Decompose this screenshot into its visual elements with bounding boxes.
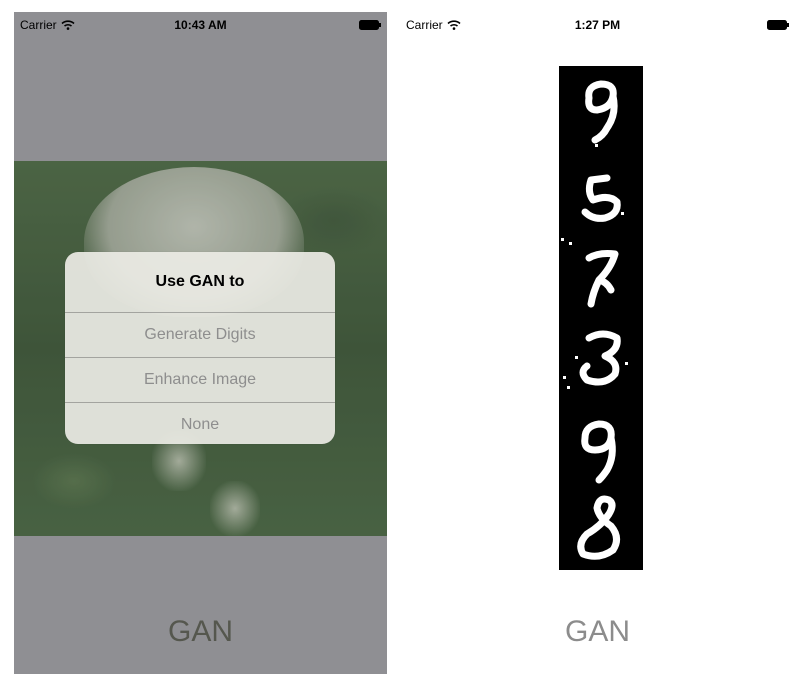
alert-title: Use GAN to bbox=[155, 273, 245, 290]
status-bar: Carrier 10:43 AM bbox=[14, 12, 387, 38]
generated-digits-canvas bbox=[561, 80, 628, 560]
none-button[interactable]: None bbox=[65, 402, 335, 444]
digit-5-glyph bbox=[581, 174, 621, 222]
gan-button[interactable]: GAN bbox=[14, 615, 387, 649]
battery-icon bbox=[359, 20, 381, 30]
gan-button[interactable]: GAN bbox=[400, 615, 795, 649]
digit-9-glyph bbox=[585, 80, 618, 144]
status-time: 1:27 PM bbox=[574, 18, 621, 32]
digit-7-glyph bbox=[585, 250, 619, 308]
digit-3-glyph bbox=[579, 330, 621, 386]
battery-icon bbox=[767, 20, 789, 30]
right-phone-screen: Carrier 1:27 PM GAN bbox=[400, 12, 795, 674]
action-alert: Use GAN to Generate Digits Enhance Image… bbox=[65, 252, 335, 444]
digit-8-glyph bbox=[577, 495, 620, 560]
generate-digits-button[interactable]: Generate Digits bbox=[65, 312, 335, 357]
status-time: 10:43 AM bbox=[174, 18, 227, 32]
left-phone-screen: Carrier 10:43 AM Use GAN to Generate Dig… bbox=[14, 12, 387, 674]
enhance-image-button[interactable]: Enhance Image bbox=[65, 357, 335, 402]
status-bar: Carrier 1:27 PM bbox=[400, 12, 795, 38]
digit-9-glyph bbox=[581, 420, 616, 484]
generated-digits-image bbox=[559, 66, 643, 570]
